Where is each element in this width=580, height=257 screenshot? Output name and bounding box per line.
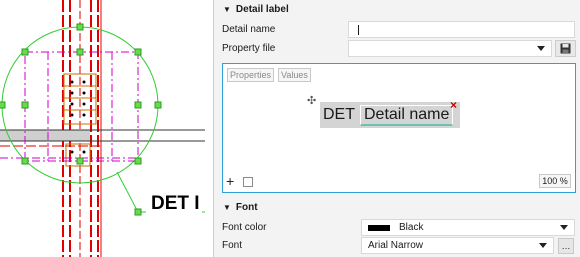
font-label: Font	[222, 240, 243, 251]
rebar-lines	[62, 0, 102, 257]
property-file-select[interactable]	[348, 40, 552, 57]
cad-drawing-canvas[interactable]: DET I	[0, 0, 213, 257]
font-color-select[interactable]: Black	[361, 219, 575, 236]
save-icon	[560, 43, 571, 54]
delete-element-icon[interactable]: ×	[450, 98, 457, 112]
collapse-arrow-icon[interactable]: ▼	[223, 5, 231, 14]
detail-label-section-header[interactable]: ▼ Detail label	[214, 2, 580, 17]
det-label[interactable]: DET I	[151, 193, 200, 214]
beam-section	[0, 130, 90, 141]
property-panel: ▼ Detail label Detail name Property file…	[213, 0, 580, 257]
font-section-title: Font	[235, 202, 258, 213]
chevron-down-icon	[560, 225, 568, 230]
text-caret	[358, 25, 359, 35]
font-color-label: Font color	[222, 222, 267, 233]
chevron-down-icon	[539, 243, 547, 248]
move-icon[interactable]: ✣	[307, 94, 316, 107]
detail-name-label: Detail name	[222, 24, 276, 35]
detail-name-input[interactable]	[348, 21, 575, 38]
bolts	[70, 80, 86, 154]
label-editor-area[interactable]: Properties Values ✣ DET Detail name × + …	[222, 63, 576, 193]
font-browse-button[interactable]: …	[558, 238, 574, 254]
grip-handles[interactable]	[0, 23, 162, 216]
label-name-element[interactable]: Detail name	[360, 104, 454, 126]
frame-icon[interactable]	[243, 177, 253, 187]
color-swatch	[368, 224, 390, 231]
font-select[interactable]: Arial Narrow	[361, 237, 554, 254]
font-section-header[interactable]: ▼ Font	[214, 200, 580, 215]
property-file-label: Property file	[222, 43, 276, 54]
cad-drawing: DET I	[0, 0, 205, 257]
detail-label-section-title: Detail label	[235, 4, 289, 15]
label-preview[interactable]: DET Detail name	[320, 102, 460, 128]
add-element-icon[interactable]: +	[226, 174, 234, 188]
save-property-file-button[interactable]	[555, 40, 576, 57]
collapse-arrow-icon[interactable]: ▼	[223, 203, 231, 212]
chevron-down-icon	[537, 46, 545, 51]
zoom-level[interactable]: 100 %	[539, 174, 571, 188]
detail-boundary	[24, 51, 139, 162]
label-prefix-element[interactable]: DET	[323, 106, 355, 124]
tab-values[interactable]: Values	[278, 68, 311, 82]
tab-properties[interactable]: Properties	[227, 68, 275, 82]
